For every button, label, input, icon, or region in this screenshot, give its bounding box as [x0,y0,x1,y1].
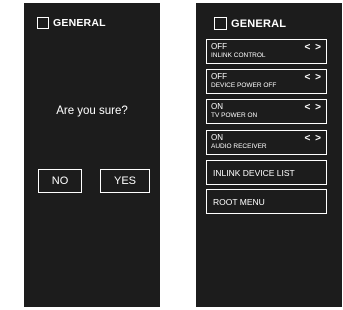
confirm-question: Are you sure? [56,105,128,117]
setting-tv-power-on[interactable]: ON TV POWER ON < > [206,99,327,124]
setting-value: ON [211,102,223,111]
setting-label: TV POWER ON [211,112,258,119]
setting-value: ON [211,133,223,142]
left-right-arrows-icon[interactable]: < > [305,102,322,113]
setting-label: INLINK CONTROL [211,52,266,59]
setting-device-power-off[interactable]: OFF DEVICE POWER OFF < > [206,69,327,94]
setting-label: DEVICE POWER OFF [211,82,277,89]
setting-value: OFF [211,72,227,81]
menu-header-title: GENERAL [231,17,287,30]
setting-inlink-control[interactable]: OFF INLINK CONTROL < > [206,39,327,64]
confirm-screen: GENERAL Are you sure? NO YES [24,3,160,307]
menu-header: GENERAL [214,17,286,30]
menu-header-title: GENERAL [53,17,106,29]
general-icon [37,17,49,29]
setting-audio-receiver[interactable]: ON AUDIO RECEIVER < > [206,130,327,155]
setting-label: AUDIO RECEIVER [211,143,267,150]
general-icon [214,17,227,30]
setting-value: OFF [211,42,227,51]
menu-header: GENERAL [37,17,106,29]
inlink-device-list-button[interactable]: INLINK DEVICE LIST [206,160,327,185]
general-menu-screen: GENERAL OFF INLINK CONTROL < > OFF DEVIC… [196,3,342,307]
root-menu-button[interactable]: ROOT MENU [206,189,327,214]
left-right-arrows-icon[interactable]: < > [305,72,322,83]
yes-button[interactable]: YES [100,169,150,193]
left-right-arrows-icon[interactable]: < > [305,133,322,144]
left-right-arrows-icon[interactable]: < > [305,42,322,53]
no-button[interactable]: NO [38,169,82,193]
